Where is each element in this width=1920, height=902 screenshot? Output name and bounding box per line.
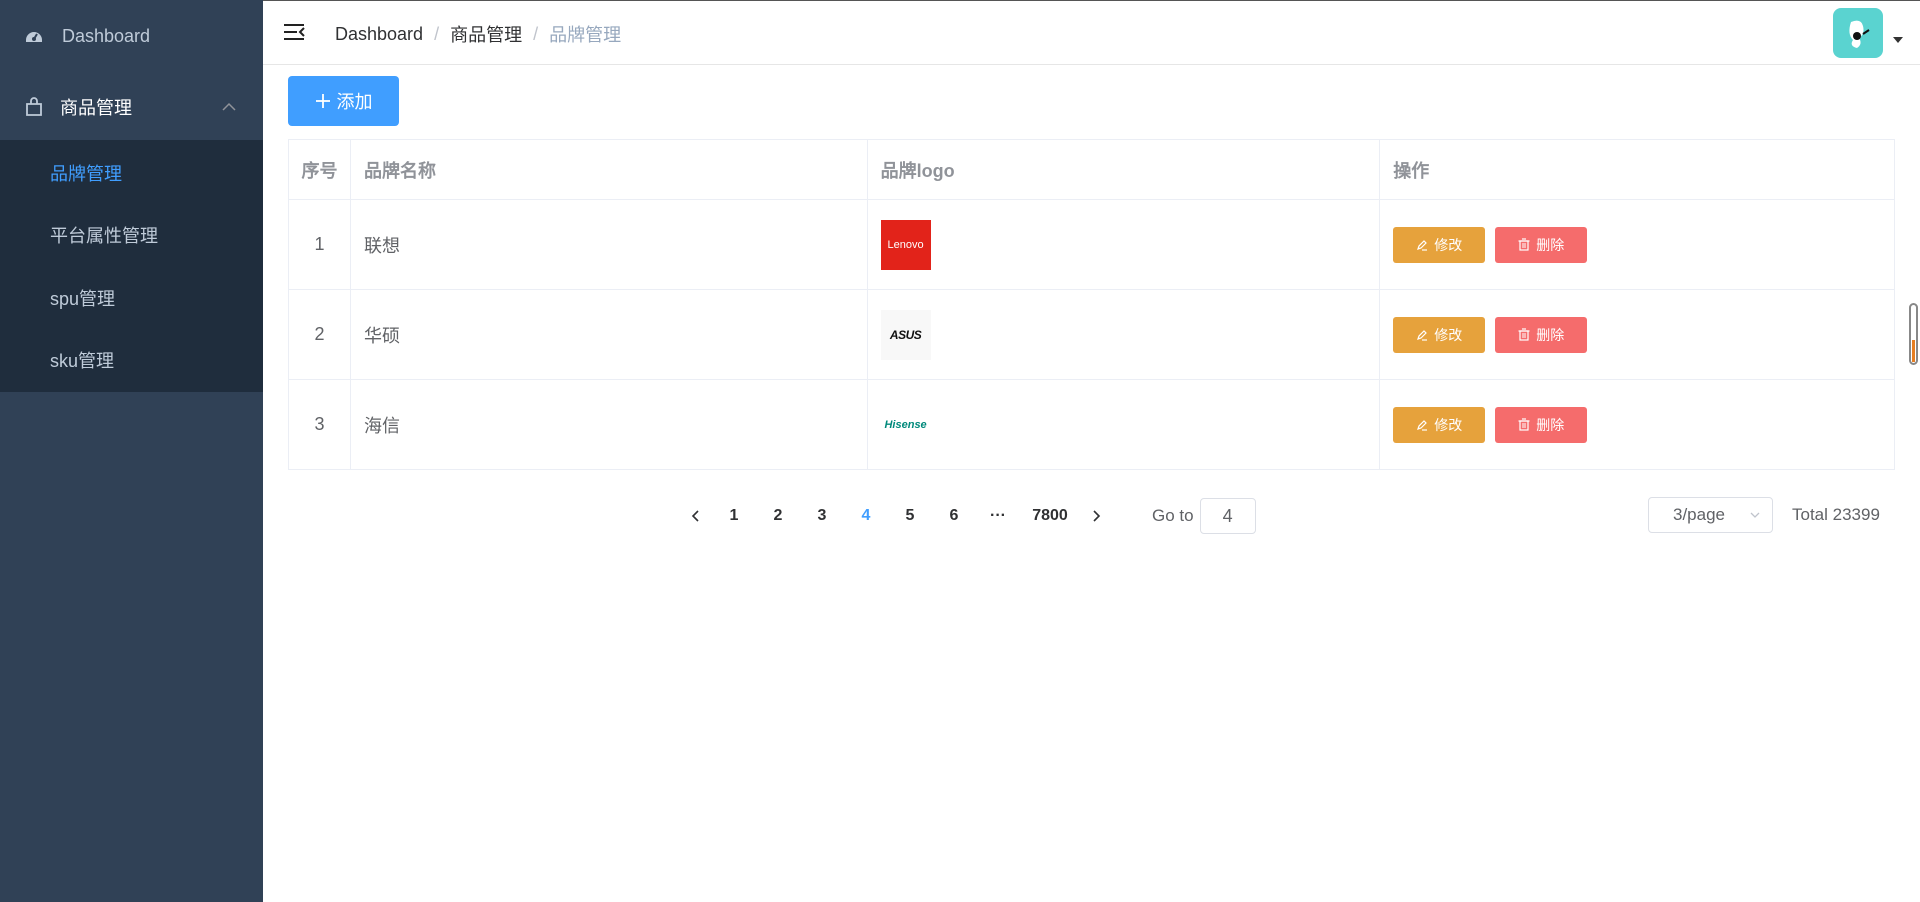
add-button[interactable]: 添加 [288,76,399,126]
brand-logo-cell: Lenovo [866,199,1381,290]
edit-icon [1417,329,1428,341]
table-row: 2 华硕 ASUS 修改 删除 [288,289,1895,380]
page-4-current[interactable]: 4 [844,507,888,525]
edit-button[interactable]: 修改 [1393,226,1486,263]
delete-button[interactable]: 删除 [1495,406,1588,443]
sidebar-item-label: spu管理 [50,289,116,309]
hisense-logo: Hisense [881,400,931,450]
page-size-select[interactable]: 3/page [1648,497,1773,533]
column-header-actions: 操作 [1379,139,1895,200]
plus-icon [315,94,330,108]
brand-table: 序号 品牌名称 品牌logo 操作 1 联想 Lenovo 修改 删除 2 华硕… [288,139,1895,470]
column-header-index: 序号 [288,139,351,200]
delete-button[interactable]: 删除 [1495,316,1588,353]
page-5[interactable]: 5 [888,507,932,525]
table-row: 3 海信 Hisense 修改 删除 [288,379,1895,470]
sidebar-item-sku[interactable]: sku管理 [0,329,263,391]
goto-input[interactable] [1199,498,1256,534]
sidebar-item-attr[interactable]: 平台属性管理 [0,204,263,266]
chevron-down-icon [1750,512,1760,518]
dashboard-icon [26,32,42,42]
sidebar: Dashboard 商品管理 品牌管理 平台属性管理 spu管理 sku管理 [0,0,263,902]
sidebar-item-spu[interactable]: spu管理 [0,267,263,329]
lenovo-logo: Lenovo [880,219,931,270]
delete-icon [1518,418,1530,431]
brand-logo-cell: ASUS [866,289,1381,380]
more-pages[interactable]: ··· [976,507,1020,525]
logo-text: Hisense [884,418,927,431]
next-page-icon[interactable] [1090,509,1102,523]
shopping-bag-icon [26,97,42,116]
page-size-value: 3/page [1673,505,1725,524]
sidebar-group-label: 商品管理 [60,98,132,118]
column-header-name: 品牌名称 [349,139,868,200]
actions-cell: 修改 删除 [1379,199,1895,290]
breadcrumb-separator: / [533,23,539,44]
delete-button-label: 删除 [1536,416,1565,433]
hamburger-icon[interactable] [283,21,305,43]
page-6[interactable]: 6 [932,507,976,525]
sidebar-submenu: 品牌管理 平台属性管理 spu管理 sku管理 [0,140,263,392]
page-3[interactable]: 3 [800,507,844,525]
pagination: 1 2 3 4 5 6 ··· 7800 [680,496,1112,536]
scrollbar-indicator [1912,340,1915,362]
avatar[interactable] [1833,8,1883,58]
page-1[interactable]: 1 [712,507,756,525]
edit-icon [1417,239,1428,251]
logo-text: Lenovo [887,238,924,251]
delete-icon [1518,238,1530,251]
delete-button-label: 删除 [1536,326,1565,343]
breadcrumb-separator: / [434,23,440,44]
row-index: 2 [288,289,351,380]
breadcrumb: Dashboard / 商品管理 / 品牌管理 [335,21,621,47]
sidebar-item-label: 平台属性管理 [50,226,158,246]
total-count: Total 23399 [1792,505,1880,524]
sidebar-item-brand[interactable]: 品牌管理 [0,142,263,204]
edit-button[interactable]: 修改 [1393,406,1486,443]
caret-down-icon[interactable] [1893,37,1903,43]
edit-icon [1417,419,1428,431]
brand-name: 联想 [349,199,868,290]
add-button-label: 添加 [336,92,373,112]
delete-button[interactable]: 删除 [1495,226,1588,263]
sidebar-item-dashboard[interactable]: Dashboard [0,1,263,71]
chevron-up-icon [222,102,236,111]
column-header-logo: 品牌logo [866,139,1381,200]
breadcrumb-item[interactable]: Dashboard [335,24,423,45]
edit-button[interactable]: 修改 [1393,316,1486,353]
logo-text: ASUS [889,327,922,342]
brand-name: 华硕 [349,289,868,380]
breadcrumb-item: 品牌管理 [549,25,622,45]
avatar-image-icon [1849,20,1870,48]
actions-cell: 修改 删除 [1379,289,1895,380]
table-header-row: 序号 品牌名称 品牌logo 操作 [288,139,1895,200]
delete-button-label: 删除 [1536,236,1565,253]
table-row: 1 联想 Lenovo 修改 删除 [288,199,1895,290]
actions-cell: 修改 删除 [1379,379,1895,470]
page-last[interactable]: 7800 [1020,507,1080,525]
edit-button-label: 修改 [1434,236,1463,253]
breadcrumb-item: 商品管理 [450,25,523,45]
brand-name: 海信 [349,379,868,470]
edit-button-label: 修改 [1434,326,1463,343]
prev-page-icon[interactable] [690,509,702,523]
goto-jumper: Go to [1152,496,1256,536]
brand-logo-cell: Hisense [866,379,1381,470]
edit-button-label: 修改 [1434,416,1463,433]
sidebar-item-label: sku管理 [50,351,115,371]
navbar: Dashboard / 商品管理 / 品牌管理 [263,0,1920,65]
sidebar-item-label: 品牌管理 [50,164,122,184]
goto-label: Go to [1152,506,1194,525]
sidebar-item-label: Dashboard [62,25,151,46]
delete-icon [1518,328,1530,341]
asus-logo: ASUS [880,309,931,360]
row-index: 3 [288,379,351,470]
sidebar-group-goods[interactable]: 商品管理 [0,72,263,142]
page-2[interactable]: 2 [756,507,800,525]
row-index: 1 [288,199,351,290]
